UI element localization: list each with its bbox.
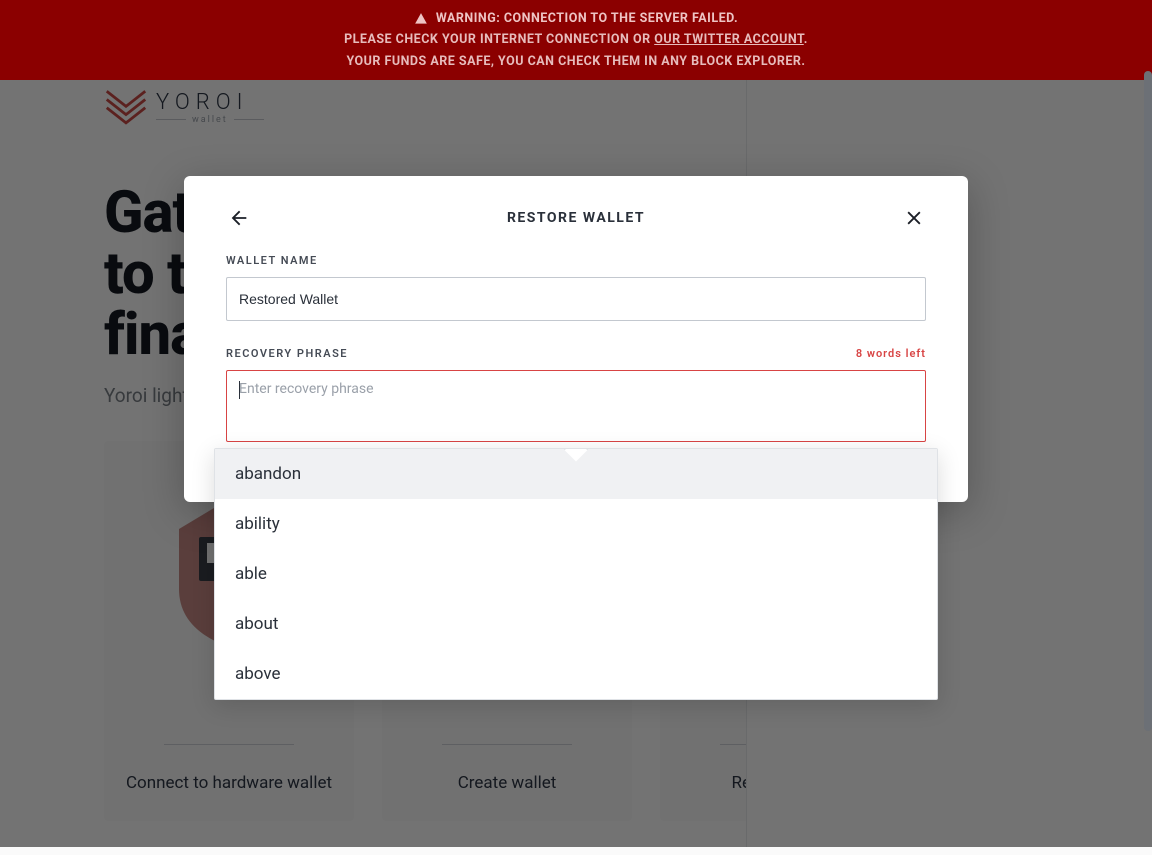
warning-line3: YOUR FUNDS ARE SAFE, YOU CAN CHECK THEM … xyxy=(346,51,805,72)
autocomplete-option[interactable]: about xyxy=(215,599,937,649)
scrollbar[interactable] xyxy=(1144,71,1152,731)
warning-icon xyxy=(414,12,428,26)
modal-title: RESTORE WALLET xyxy=(507,210,645,226)
recovery-phrase-input[interactable]: Enter recovery phrase xyxy=(226,370,926,442)
wallet-name-group: WALLET NAME xyxy=(226,254,926,321)
autocomplete-option[interactable]: able xyxy=(215,549,937,599)
warning-line1: WARNING: CONNECTION TO THE SERVER FAILED… xyxy=(436,8,738,29)
words-left-counter: 8 words left xyxy=(856,347,926,360)
twitter-link[interactable]: OUR TWITTER ACCOUNT xyxy=(654,32,804,47)
close-button[interactable] xyxy=(902,206,926,230)
wallet-name-label: WALLET NAME xyxy=(226,254,318,267)
recovery-phrase-group: RECOVERY PHRASE 8 words left Enter recov… xyxy=(226,347,926,442)
recovery-phrase-placeholder: Enter recovery phrase xyxy=(239,381,374,397)
warning-banner: WARNING: CONNECTION TO THE SERVER FAILED… xyxy=(0,0,1152,80)
autocomplete-option[interactable]: ability xyxy=(215,499,937,549)
wallet-name-input[interactable] xyxy=(226,277,926,321)
close-icon xyxy=(904,208,924,228)
autocomplete-option[interactable]: above xyxy=(215,649,937,699)
recovery-phrase-label: RECOVERY PHRASE xyxy=(226,347,348,360)
back-button[interactable] xyxy=(226,206,250,230)
autocomplete-option[interactable]: abandon xyxy=(215,449,937,499)
warning-line2b: . xyxy=(804,32,808,47)
recovery-word-autocomplete: abandon ability able about above xyxy=(214,448,938,700)
warning-line2a: PLEASE CHECK YOUR INTERNET CONNECTION OR xyxy=(344,32,654,47)
arrow-left-icon xyxy=(228,208,248,228)
